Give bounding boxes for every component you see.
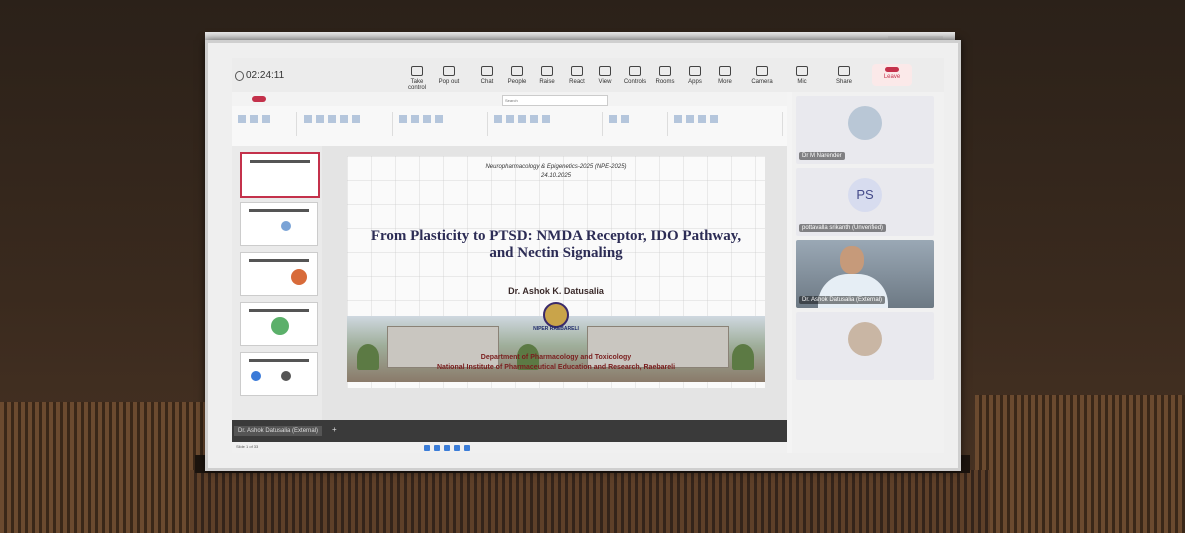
slide-thumbnails xyxy=(232,146,322,441)
font-group xyxy=(302,112,393,136)
apps-button[interactable]: Apps xyxy=(680,66,710,85)
plus-icon[interactable]: + xyxy=(332,425,337,434)
powerpoint-window: Neuropharmacology & Epigenetics-2025 (NP… xyxy=(232,92,787,453)
people-button[interactable]: People xyxy=(502,66,532,85)
wood-panel-right xyxy=(975,395,1185,533)
clipboard-group xyxy=(236,112,297,136)
app-icon[interactable] xyxy=(464,445,470,451)
start-icon[interactable] xyxy=(424,445,430,451)
rooms-icon xyxy=(659,66,671,76)
shared-window-tab[interactable]: Dr. Ashok Datusalia (External) xyxy=(234,426,323,436)
search-icon[interactable] xyxy=(434,445,440,451)
slide-title: From Plasticity to PTSD: NMDA Receptor, … xyxy=(370,228,742,261)
more-icon xyxy=(719,66,731,76)
participant-gallery: Dr M Narender PS pottavalla srikanth (Un… xyxy=(792,92,944,453)
slide-thumbnail[interactable] xyxy=(240,352,318,396)
meeting-timer: 02:24:11 xyxy=(246,70,285,81)
take-control-button[interactable]: Take control xyxy=(402,66,432,91)
slide-author: Dr. Ashok K. Datusalia xyxy=(508,286,604,296)
mic-icon xyxy=(796,66,808,76)
react-button[interactable]: React xyxy=(562,66,592,85)
raise-button[interactable]: Raise xyxy=(532,66,562,85)
react-icon xyxy=(571,66,583,76)
take-control-icon xyxy=(411,66,423,76)
autosave-toggle[interactable] xyxy=(252,96,266,102)
avatar xyxy=(848,322,882,356)
designer-group xyxy=(672,112,783,136)
participant-tile-video[interactable]: Dr. Ashok Datusalia (External) xyxy=(796,240,934,308)
paragraph-group xyxy=(397,112,488,136)
logo-text: NIPER RAEBARELI xyxy=(533,326,579,332)
camera-icon xyxy=(756,66,768,76)
phone-hangup-icon xyxy=(885,67,899,72)
participant-tile[interactable]: PS pottavalla srikanth (Unverified) xyxy=(796,168,934,236)
participant-tile[interactable] xyxy=(796,312,934,380)
leave-button[interactable]: Leave xyxy=(872,64,912,86)
mic-button[interactable]: Mic xyxy=(787,66,817,85)
pop-out-button[interactable]: Pop out xyxy=(434,66,464,85)
participant-tile[interactable]: Dr M Narender xyxy=(796,96,934,164)
drawing-group xyxy=(492,112,603,136)
avatar xyxy=(848,106,882,140)
controls-icon xyxy=(629,66,641,76)
pop-out-icon xyxy=(443,66,455,76)
windows-taskbar xyxy=(422,441,622,453)
editing-group xyxy=(607,112,668,136)
apps-icon xyxy=(689,66,701,76)
conference-name: Neuropharmacology & Epigenetics-2025 (NP… xyxy=(485,164,627,170)
camera-button[interactable]: Camera xyxy=(747,66,777,85)
wood-panel-left xyxy=(0,402,205,533)
rooms-button[interactable]: Rooms xyxy=(650,66,680,85)
raise-hand-icon xyxy=(541,66,553,76)
shield-icon xyxy=(235,71,244,81)
view-button[interactable]: View xyxy=(590,66,620,85)
niper-logo xyxy=(543,302,569,328)
view-icon xyxy=(599,66,611,76)
title-slide: Neuropharmacology & Epigenetics-2025 (NP… xyxy=(347,156,765,388)
slide-thumbnail[interactable] xyxy=(240,202,318,246)
conference-date: 24.10.2025 xyxy=(540,173,572,179)
department-name: Department of Pharmacology and Toxicolog… xyxy=(480,354,632,361)
ppt-ribbon xyxy=(232,106,787,147)
share-icon xyxy=(838,66,850,76)
people-icon xyxy=(511,66,523,76)
ppt-search-input[interactable] xyxy=(502,95,608,106)
app-icon[interactable] xyxy=(444,445,450,451)
chat-button[interactable]: Chat xyxy=(472,66,502,85)
institute-name: National Institute of Pharmaceutical Edu… xyxy=(436,364,676,371)
slide-canvas: Neuropharmacology & Epigenetics-2025 (NP… xyxy=(322,146,787,441)
slide-thumbnail[interactable] xyxy=(240,152,320,198)
slide-thumbnail[interactable] xyxy=(240,252,318,296)
controls-button[interactable]: Controls xyxy=(620,66,650,85)
slide-thumbnail[interactable] xyxy=(240,302,318,346)
shared-window-bar: Dr. Ashok Datusalia (External) + xyxy=(232,420,787,442)
teams-toolbar: 02:24:11 Take control Pop out Chat Peopl… xyxy=(232,58,944,92)
ppt-title-bar xyxy=(232,92,787,106)
wood-panel-bottom xyxy=(190,470,990,533)
projected-display: 02:24:11 Take control Pop out Chat Peopl… xyxy=(232,58,944,453)
app-icon[interactable] xyxy=(454,445,460,451)
chat-icon xyxy=(481,66,493,76)
avatar-initials: PS xyxy=(856,187,874,202)
share-button[interactable]: Share xyxy=(829,66,859,85)
more-button[interactable]: More xyxy=(710,66,740,85)
